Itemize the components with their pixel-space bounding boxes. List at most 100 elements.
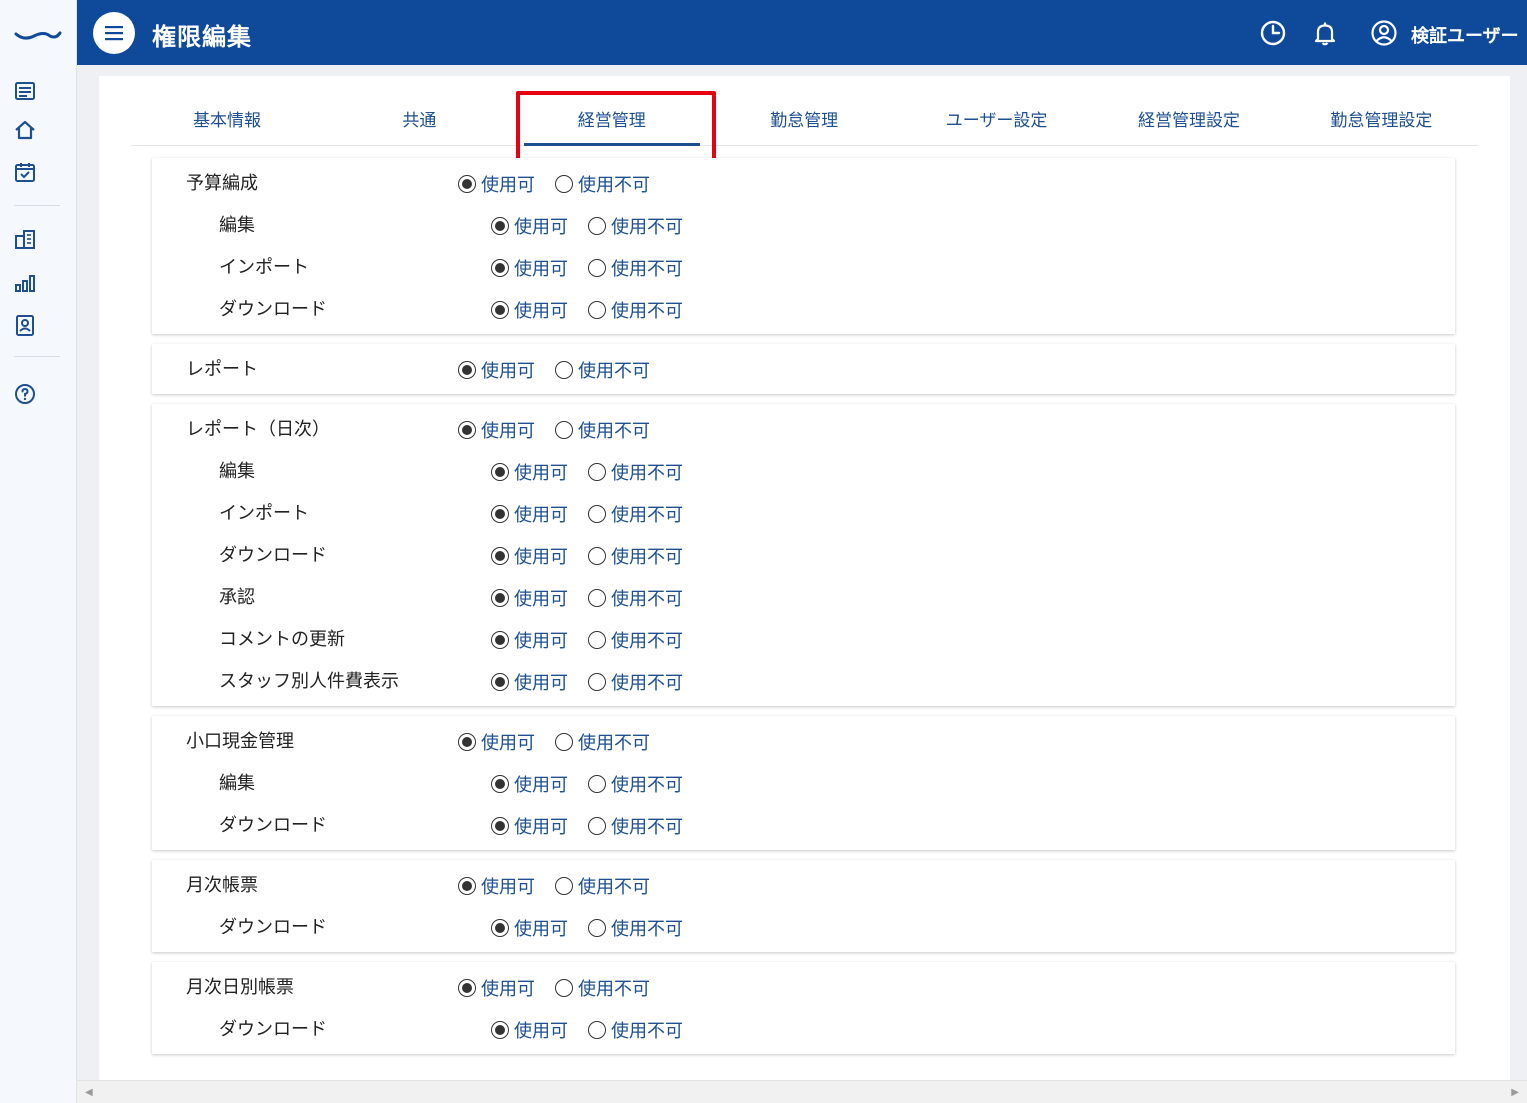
radio-allow[interactable]: 使用可: [491, 585, 568, 611]
radio-deny[interactable]: 使用不可: [555, 873, 650, 899]
permission-label: インポート: [219, 257, 309, 278]
bell-icon[interactable]: [1311, 19, 1339, 47]
permission-radio-group: 使用可 使用不可: [491, 669, 703, 695]
radio-deny[interactable]: 使用不可: [588, 669, 683, 695]
tab-common[interactable]: 共通: [323, 98, 515, 146]
radio-deny-icon: [588, 589, 606, 607]
tab-basic-info[interactable]: 基本情報: [131, 98, 323, 146]
radio-allow-icon: [458, 733, 476, 751]
radio-deny[interactable]: 使用不可: [588, 459, 683, 485]
permission-row: 小口現金管理 使用可 使用不可: [152, 717, 1455, 759]
permission-row: 予算編成 使用可 使用不可: [152, 159, 1455, 201]
building-icon[interactable]: [13, 227, 37, 251]
tab-management[interactable]: 経営管理: [516, 98, 708, 146]
radio-allow[interactable]: 使用可: [458, 975, 535, 1001]
permission-subrow: インポート 使用可 使用不可: [152, 243, 1455, 285]
scroll-right-icon[interactable]: ▶: [1511, 1087, 1519, 1098]
permission-radio-group: 使用可 使用不可: [491, 543, 703, 569]
id-badge-icon[interactable]: [13, 313, 37, 337]
radio-deny[interactable]: 使用不可: [555, 417, 650, 443]
radio-allow[interactable]: 使用可: [491, 669, 568, 695]
menu-button[interactable]: [93, 12, 135, 54]
radio-deny-icon: [588, 1021, 606, 1039]
permission-label: レポート: [186, 359, 258, 380]
radio-label: 使用可: [514, 505, 568, 526]
radio-deny[interactable]: 使用不可: [555, 171, 650, 197]
radio-allow[interactable]: 使用可: [491, 813, 568, 839]
home-icon[interactable]: [13, 118, 37, 142]
permission-radio-group: 使用可 使用不可: [491, 627, 703, 653]
radio-label: 使用不可: [578, 421, 650, 442]
permission-label: ダウンロード: [219, 545, 327, 566]
radio-deny-icon: [555, 733, 573, 751]
radio-deny[interactable]: 使用不可: [555, 975, 650, 1001]
permission-row: レポート 使用可 使用不可: [152, 345, 1455, 387]
clock-icon[interactable]: [1259, 19, 1287, 47]
radio-allow[interactable]: 使用可: [491, 543, 568, 569]
radio-allow[interactable]: 使用可: [491, 1017, 568, 1043]
logo[interactable]: [14, 24, 62, 44]
radio-allow[interactable]: 使用可: [458, 171, 535, 197]
help-icon[interactable]: [13, 382, 37, 406]
list-icon[interactable]: [13, 79, 37, 103]
radio-deny[interactable]: 使用不可: [588, 915, 683, 941]
radio-allow[interactable]: 使用可: [458, 873, 535, 899]
radio-deny-icon: [555, 361, 573, 379]
radio-allow[interactable]: 使用可: [458, 729, 535, 755]
radio-deny[interactable]: 使用不可: [588, 585, 683, 611]
radio-allow-icon: [458, 175, 476, 193]
radio-allow[interactable]: 使用可: [491, 213, 568, 239]
radio-allow-icon: [491, 505, 509, 523]
radio-allow[interactable]: 使用可: [458, 357, 535, 383]
permission-label: 編集: [219, 215, 255, 236]
permission-subrow: ダウンロード 使用可 使用不可: [152, 903, 1455, 945]
radio-deny[interactable]: 使用不可: [555, 729, 650, 755]
scroll-left-icon[interactable]: ◀: [85, 1087, 93, 1098]
tab-user-settings[interactable]: ユーザー設定: [901, 98, 1093, 146]
radio-deny[interactable]: 使用不可: [588, 813, 683, 839]
user-name[interactable]: 検証ユーザー: [1411, 22, 1519, 48]
radio-allow[interactable]: 使用可: [491, 771, 568, 797]
radio-deny[interactable]: 使用不可: [588, 213, 683, 239]
radio-allow[interactable]: 使用可: [491, 915, 568, 941]
tab-management-settings[interactable]: 経営管理設定: [1093, 98, 1285, 146]
permission-radio-group: 使用可 使用不可: [458, 873, 670, 899]
radio-selected-dot: [495, 677, 505, 687]
radio-deny[interactable]: 使用不可: [588, 1017, 683, 1043]
radio-label: 使用可: [514, 817, 568, 838]
radio-deny[interactable]: 使用不可: [588, 501, 683, 527]
calendar-check-icon[interactable]: [13, 160, 37, 184]
radio-deny[interactable]: 使用不可: [555, 357, 650, 383]
main-content: 基本情報 共通 経営管理 勤怠管理 ユーザー設定 経営管理設定 勤怠管理設定 予算編成 使用可…: [99, 76, 1510, 1080]
radio-deny[interactable]: 使用不可: [588, 255, 683, 281]
radio-allow[interactable]: 使用可: [458, 417, 535, 443]
sidebar-divider: [14, 356, 60, 357]
tab-attendance-settings[interactable]: 勤怠管理設定: [1285, 98, 1477, 146]
permission-radio-group: 使用可 使用不可: [491, 297, 703, 323]
radio-deny[interactable]: 使用不可: [588, 627, 683, 653]
permission-radio-group: 使用可 使用不可: [491, 771, 703, 797]
user-circle-icon[interactable]: [1370, 19, 1398, 47]
radio-label: 使用不可: [611, 547, 683, 568]
tab-attendance[interactable]: 勤怠管理: [708, 98, 900, 146]
permission-radio-group: 使用可 使用不可: [491, 501, 703, 527]
radio-deny[interactable]: 使用不可: [588, 543, 683, 569]
radio-deny[interactable]: 使用不可: [588, 297, 683, 323]
radio-label: 使用不可: [578, 361, 650, 382]
radio-allow[interactable]: 使用可: [491, 627, 568, 653]
radio-label: 使用可: [481, 175, 535, 196]
bar-chart-icon[interactable]: [13, 271, 37, 295]
radio-allow[interactable]: 使用可: [491, 501, 568, 527]
radio-deny-icon: [588, 547, 606, 565]
radio-allow[interactable]: 使用可: [491, 459, 568, 485]
radio-allow[interactable]: 使用可: [491, 297, 568, 323]
permission-subrow: ダウンロード 使用可 使用不可: [152, 1005, 1455, 1047]
permission-subrow: 編集 使用可 使用不可: [152, 201, 1455, 243]
radio-selected-dot: [462, 365, 472, 375]
permission-label: 小口現金管理: [186, 731, 294, 752]
permission-radio-group: 使用可 使用不可: [458, 417, 670, 443]
radio-allow[interactable]: 使用可: [491, 255, 568, 281]
radio-deny[interactable]: 使用不可: [588, 771, 683, 797]
radio-label: 使用不可: [578, 877, 650, 898]
horizontal-scrollbar[interactable]: ◀ ▶: [77, 1080, 1527, 1103]
